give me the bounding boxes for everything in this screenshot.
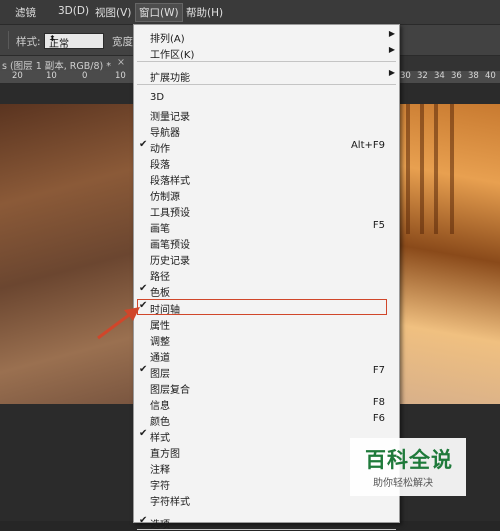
watermark-tagline: 助你轻松解决 <box>373 478 433 489</box>
watermark-badge: 百科全说 助你轻松解决 <box>350 438 466 496</box>
watermark-brand: 百科全说 <box>365 448 453 472</box>
menu-divider <box>137 529 396 530</box>
